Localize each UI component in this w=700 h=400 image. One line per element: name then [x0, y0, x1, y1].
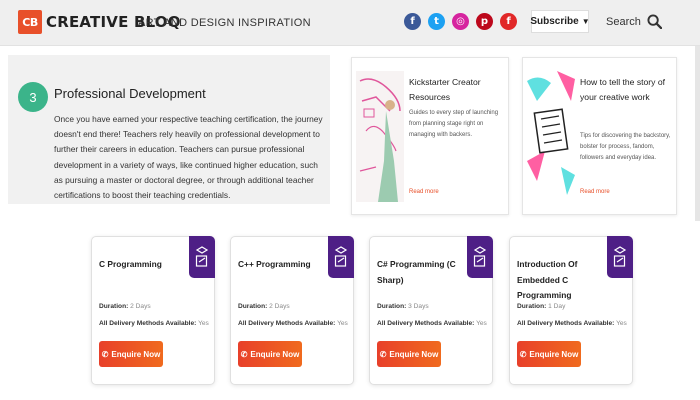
article-description: Guides to every step of launching from p… [409, 110, 499, 138]
enquire-label: Enquire Now [389, 349, 439, 359]
duration-value: 2 Days [269, 303, 290, 310]
course-duration: Duration: 2 Days [99, 303, 151, 310]
step-title: Professional Development [54, 86, 206, 101]
delivery-label: All Delivery Methods Available: [99, 320, 197, 327]
search-label: Search [606, 15, 641, 28]
facebook-icon[interactable]: f [404, 13, 421, 30]
course-icon [613, 246, 627, 267]
article-thumbnail [527, 71, 575, 202]
pinterest-icon[interactable]: p [476, 13, 493, 30]
read-more-link[interactable]: Read more [580, 189, 610, 195]
duration-label: Duration: [377, 303, 407, 310]
article-title[interactable]: How to tell the story of your creative w… [580, 75, 676, 105]
article-card[interactable]: How to tell the story of your creative w… [522, 57, 677, 215]
step-number-badge: 3 [18, 82, 48, 112]
delivery-label: All Delivery Methods Available: [238, 320, 336, 327]
course-duration: Duration: 1 Day [517, 303, 565, 310]
site-tagline: ART AND DESIGN INSPIRATION [138, 17, 311, 29]
read-more-link[interactable]: Read more [409, 189, 439, 195]
delivery-label: All Delivery Methods Available: [517, 320, 615, 327]
article-thumbnail [356, 71, 404, 202]
enquire-label: Enquire Now [111, 349, 161, 359]
course-title[interactable]: C++ Programming [238, 257, 326, 273]
subscribe-button[interactable]: Subscribe ▼ [530, 10, 590, 33]
enquire-label: Enquire Now [529, 349, 579, 359]
enquire-now-button[interactable]: ✆ Enquire Now [238, 341, 302, 367]
logo-badge: CB [18, 10, 42, 34]
search-icon [647, 14, 662, 29]
course-duration: Duration: 3 Days [377, 303, 429, 310]
delivery-value: Yes [337, 320, 348, 327]
search-button[interactable]: Search [606, 14, 662, 29]
enquire-label: Enquire Now [250, 349, 300, 359]
course-title[interactable]: Introduction Of Embedded C Programming [517, 257, 605, 304]
flipboard-icon[interactable]: f [500, 13, 517, 30]
article-card[interactable]: Kickstarter Creator Resources Guides to … [351, 57, 509, 215]
twitter-icon[interactable]: t [428, 13, 445, 30]
scrollbar[interactable] [695, 46, 700, 221]
duration-value: 2 Days [130, 303, 151, 310]
course-delivery: All Delivery Methods Available: Yes [377, 320, 487, 327]
enquire-now-button[interactable]: ✆ Enquire Now [377, 341, 441, 367]
course-badge [607, 236, 633, 278]
duration-value: 1 Day [548, 303, 566, 310]
phone-icon: ✆ [379, 349, 387, 359]
delivery-value: Yes [198, 320, 209, 327]
step-panel: 3 Professional Development Once you have… [8, 55, 330, 204]
duration-label: Duration: [238, 303, 268, 310]
course-card[interactable]: C Programming Duration: 2 Days All Deliv… [91, 236, 215, 385]
course-icon [195, 246, 209, 267]
course-delivery: All Delivery Methods Available: Yes [238, 320, 348, 327]
instagram-icon[interactable]: ◎ [452, 13, 469, 30]
course-badge [189, 236, 215, 278]
course-icon [473, 246, 487, 267]
course-card[interactable]: C# Programming (C Sharp) Duration: 3 Day… [369, 236, 493, 385]
duration-label: Duration: [99, 303, 129, 310]
duration-value: 3 Days [408, 303, 429, 310]
course-badge [467, 236, 493, 278]
course-delivery: All Delivery Methods Available: Yes [99, 320, 209, 327]
course-card[interactable]: C++ Programming Duration: 2 Days All Del… [230, 236, 354, 385]
subscribe-label: Subscribe [530, 16, 579, 27]
course-title[interactable]: C# Programming (C Sharp) [377, 257, 465, 288]
article-title[interactable]: Kickstarter Creator Resources [409, 75, 505, 105]
duration-label: Duration: [517, 303, 547, 310]
phone-icon: ✆ [101, 349, 109, 359]
caret-down-icon: ▼ [581, 17, 590, 26]
phone-icon: ✆ [240, 349, 248, 359]
delivery-label: All Delivery Methods Available: [377, 320, 475, 327]
site-header: CB CREATIVE BLOQ ART AND DESIGN INSPIRAT… [0, 0, 700, 46]
course-badge [328, 236, 354, 278]
enquire-now-button[interactable]: ✆ Enquire Now [99, 341, 163, 367]
course-delivery: All Delivery Methods Available: Yes [517, 320, 627, 327]
course-duration: Duration: 2 Days [238, 303, 290, 310]
phone-icon: ✆ [519, 349, 527, 359]
course-title[interactable]: C Programming [99, 257, 187, 273]
article-description: Tips for discovering the backstory, bols… [580, 133, 671, 161]
course-card[interactable]: Introduction Of Embedded C Programming D… [509, 236, 633, 385]
delivery-value: Yes [476, 320, 487, 327]
delivery-value: Yes [616, 320, 627, 327]
social-links: f t ◎ p f [404, 13, 517, 30]
course-icon [334, 246, 348, 267]
enquire-now-button[interactable]: ✆ Enquire Now [517, 341, 581, 367]
step-description: Once you have earned your respective tea… [54, 114, 323, 201]
